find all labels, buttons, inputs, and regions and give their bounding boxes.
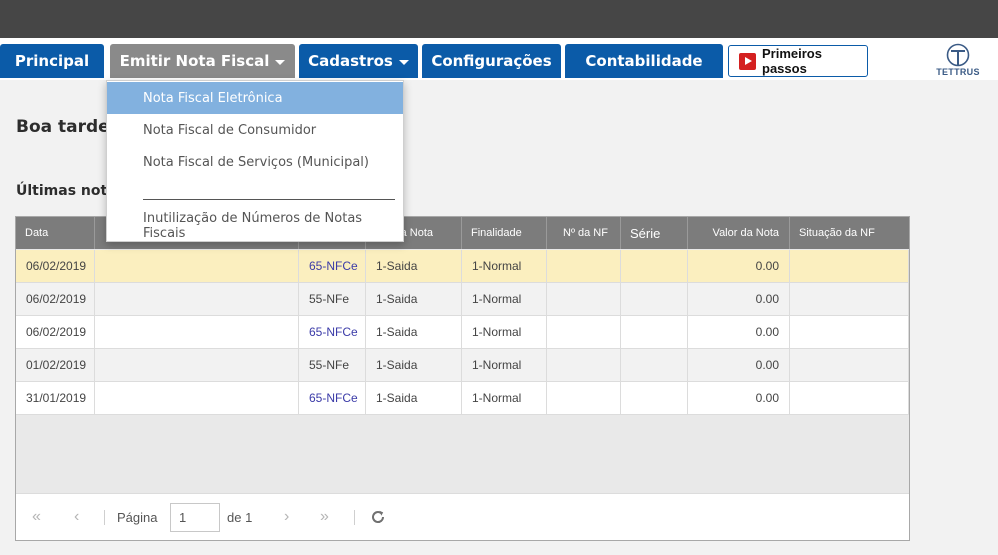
- table-row[interactable]: 01/02/2019 55-NFe 1-Saida 1-Normal 0.00: [16, 349, 909, 382]
- tettrus-logo: TETTRUS: [930, 42, 986, 80]
- cell-situacao: [790, 316, 909, 348]
- cell-modelo: 55-NFe: [299, 349, 366, 381]
- column-header-serie[interactable]: Série: [621, 217, 688, 249]
- menu-item-nota-fiscal-consumidor[interactable]: Nota Fiscal de Consumidor: [107, 114, 403, 146]
- top-bar: [0, 0, 998, 38]
- cell-numero: [547, 250, 621, 282]
- cell-situacao: [790, 349, 909, 381]
- cell-data: 06/02/2019: [16, 283, 95, 315]
- cell-data: 06/02/2019: [16, 250, 95, 282]
- refresh-icon[interactable]: [370, 505, 386, 529]
- pagination-bar: « ‹ Página de 1 › »: [16, 493, 909, 540]
- nav-emitir-nota-fiscal[interactable]: Emitir Nota Fiscal: [110, 44, 295, 78]
- cell-valor: 0.00: [688, 283, 790, 315]
- cell-valor: 0.00: [688, 316, 790, 348]
- page-label: Página: [117, 509, 158, 525]
- primeiros-passos-label: Primeiros passos: [762, 46, 822, 76]
- table-row[interactable]: 06/02/2019 65-NFCe 1-Saida 1-Normal 0.00: [16, 250, 909, 283]
- pager-divider: [104, 510, 105, 525]
- cell-modelo[interactable]: 65-NFCe: [299, 382, 366, 414]
- cell-finalidade: 1-Normal: [462, 283, 547, 315]
- cell-numero: [547, 283, 621, 315]
- nav-principal-label: Principal: [14, 52, 90, 70]
- cell-finalidade: 1-Normal: [462, 382, 547, 414]
- chevron-down-icon: [398, 59, 409, 65]
- table-row[interactable]: 06/02/2019 55-NFe 1-Saida 1-Normal 0.00: [16, 283, 909, 316]
- cell-cliente: [95, 250, 299, 282]
- nav-emitir-label: Emitir Nota Fiscal: [119, 52, 270, 70]
- cell-cliente: [95, 283, 299, 315]
- cell-modelo: 55-NFe: [299, 283, 366, 315]
- cell-numero: [547, 382, 621, 414]
- pager-divider: [354, 510, 355, 525]
- cell-serie: [621, 283, 688, 315]
- prev-page-icon[interactable]: ‹: [74, 505, 79, 529]
- cell-finalidade: 1-Normal: [462, 349, 547, 381]
- cell-cliente: [95, 349, 299, 381]
- cell-situacao: [790, 283, 909, 315]
- primeiros-passos-button[interactable]: Primeiros passos: [728, 45, 868, 77]
- nav-configuracoes[interactable]: Configurações: [422, 44, 561, 78]
- page-total-label: de 1: [227, 509, 253, 525]
- cell-modelo[interactable]: 65-NFCe: [299, 250, 366, 282]
- logo-text: TETTRUS: [936, 67, 980, 77]
- nav-cadastros[interactable]: Cadastros: [299, 44, 418, 78]
- cell-tipo: 1-Saida: [366, 250, 462, 282]
- cell-tipo: 1-Saida: [366, 283, 462, 315]
- cell-data: 31/01/2019: [16, 382, 95, 414]
- table-row[interactable]: 31/01/2019 65-NFCe 1-Saida 1-Normal 0.00: [16, 382, 909, 415]
- nav-contabilidade-label: Contabilidade: [585, 52, 703, 70]
- menu-item-nota-fiscal-eletronica[interactable]: Nota Fiscal Eletrônica: [107, 82, 403, 114]
- cell-situacao: [790, 250, 909, 282]
- cell-valor: 0.00: [688, 349, 790, 381]
- cell-tipo: 1-Saida: [366, 382, 462, 414]
- cell-serie: [621, 382, 688, 414]
- menu-item-nota-fiscal-servicos[interactable]: Nota Fiscal de Serviços (Municipal): [107, 146, 403, 178]
- cell-valor: 0.00: [688, 250, 790, 282]
- page-number-input[interactable]: [170, 503, 220, 532]
- cell-tipo: 1-Saida: [366, 316, 462, 348]
- column-header-valor[interactable]: Valor da Nota: [688, 217, 790, 249]
- cell-tipo: 1-Saida: [366, 349, 462, 381]
- cell-serie: [621, 250, 688, 282]
- chevron-down-icon: [275, 59, 286, 65]
- cell-numero: [547, 349, 621, 381]
- nav-principal[interactable]: Principal: [0, 44, 104, 78]
- column-header-numero-nf[interactable]: Nº da NF: [547, 217, 621, 249]
- cell-modelo[interactable]: 65-NFCe: [299, 316, 366, 348]
- cell-cliente: [95, 316, 299, 348]
- notes-grid: Data a Nota Finalidade Nº da NF Série Va…: [15, 216, 910, 541]
- cell-situacao: [790, 382, 909, 414]
- cell-serie: [621, 349, 688, 381]
- column-header-finalidade[interactable]: Finalidade: [462, 217, 547, 249]
- menu-item-inutilizacao[interactable]: Inutilização de Números de Notas Fiscais: [107, 210, 403, 242]
- cell-valor: 0.00: [688, 382, 790, 414]
- cell-cliente: [95, 382, 299, 414]
- cell-numero: [547, 316, 621, 348]
- next-page-icon[interactable]: ›: [284, 505, 289, 529]
- cell-data: 01/02/2019: [16, 349, 95, 381]
- emitir-nota-dropdown-menu: Nota Fiscal Eletrônica Nota Fiscal de Co…: [106, 80, 404, 242]
- cell-finalidade: 1-Normal: [462, 250, 547, 282]
- cell-data: 06/02/2019: [16, 316, 95, 348]
- table-row[interactable]: 06/02/2019 65-NFCe 1-Saida 1-Normal 0.00: [16, 316, 909, 349]
- menu-divider: [143, 199, 395, 200]
- nav-configuracoes-label: Configurações: [431, 52, 552, 70]
- nav-cadastros-label: Cadastros: [308, 52, 393, 70]
- cell-finalidade: 1-Normal: [462, 316, 547, 348]
- column-header-data[interactable]: Data: [16, 217, 95, 249]
- last-page-icon[interactable]: »: [320, 505, 329, 529]
- tettrus-logo-icon: [946, 43, 970, 67]
- first-page-icon[interactable]: «: [32, 505, 41, 529]
- nav-contabilidade[interactable]: Contabilidade: [565, 44, 723, 78]
- cell-serie: [621, 316, 688, 348]
- column-header-situacao[interactable]: Situação da NF: [790, 217, 909, 249]
- play-icon: [739, 52, 756, 70]
